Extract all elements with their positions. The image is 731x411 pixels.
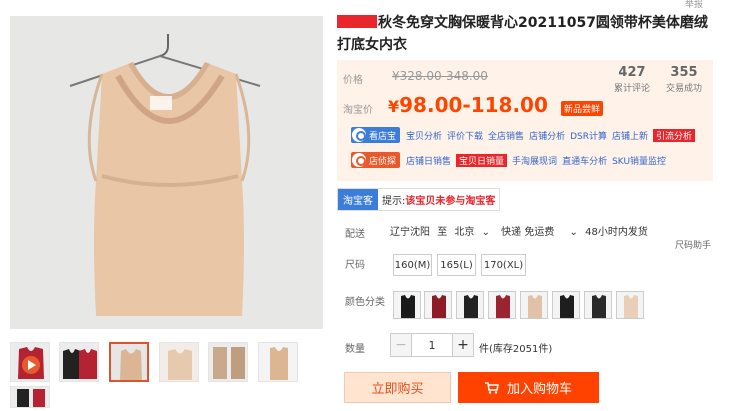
- ship-to-select[interactable]: 北京 ⌄: [454, 227, 494, 238]
- quantity-plus-button[interactable]: +: [452, 333, 474, 357]
- tool-link-highlight[interactable]: 宝贝日销量: [456, 153, 508, 167]
- quantity-label: 数量: [345, 344, 365, 355]
- color-swatch[interactable]: [584, 291, 612, 319]
- chevron-down-icon: ⌄: [481, 227, 490, 238]
- thumbnail-image[interactable]: [59, 342, 99, 382]
- thumbnail-image[interactable]: [159, 342, 199, 382]
- ship-promise: 48小时内发货: [585, 227, 648, 238]
- eye-icon: [352, 128, 366, 142]
- thumbnail-image-selected[interactable]: [109, 342, 149, 382]
- tool-link[interactable]: DSR计算: [570, 129, 607, 142]
- current-price-value: 98.00-118.00: [399, 93, 548, 117]
- current-price: ¥98.00-118.00: [388, 93, 548, 117]
- kandianbao-label: 看店宝: [369, 131, 397, 142]
- tip-prefix: 提示:: [382, 196, 406, 207]
- dianzhentan-label: 店侦探: [369, 156, 397, 167]
- size-option[interactable]: 160(M): [393, 254, 432, 276]
- taobao-price-label: 淘宝价: [343, 105, 373, 116]
- ship-to-word: 至: [437, 227, 448, 238]
- kandianbao-badge[interactable]: 看店宝: [351, 127, 401, 143]
- original-price: ¥328.00-348.00: [392, 69, 488, 83]
- buy-now-button[interactable]: 立即购买: [344, 372, 451, 403]
- reviews-label: 累计评论: [613, 84, 650, 94]
- thumbnail-image[interactable]: [208, 342, 248, 382]
- deals-stat[interactable]: 355 交易成功: [659, 65, 709, 94]
- new-item-badge: 新品尝鲜: [561, 101, 604, 116]
- deals-count: 355: [670, 65, 698, 80]
- tool-link[interactable]: 手淘展现词: [512, 154, 557, 167]
- color-swatch[interactable]: [616, 291, 644, 319]
- color-swatch[interactable]: [520, 291, 548, 319]
- tool-link[interactable]: 店铺日销售: [406, 154, 451, 167]
- dianzhentan-tool-row: 店侦探 店铺日销售 宝贝日销量 手淘展现词 直通车分析 SKU销量监控: [351, 152, 671, 168]
- delivery-info: 辽宁沈阳 至 北京 ⌄ 快递 免运费 ⌄ 48小时内发货: [390, 223, 652, 238]
- product-title: 秋冬免穿文胸保暖背心20211057圆领带杯美体磨绒打底女内衣: [337, 12, 717, 56]
- report-link[interactable]: 举报: [685, 0, 703, 10]
- tool-link[interactable]: 评价下载: [447, 129, 483, 142]
- thumbnail-image[interactable]: [258, 342, 298, 382]
- quantity-stepper: − 1 +: [390, 333, 474, 357]
- chevron-down-icon: ⌄: [569, 227, 578, 238]
- delivery-label: 配送: [345, 229, 365, 240]
- currency-symbol: ¥: [388, 97, 400, 116]
- ship-to-value: 北京: [454, 227, 475, 238]
- add-to-cart-label: 加入购物车: [506, 382, 572, 397]
- stock-info: 件(库存2051件): [479, 344, 553, 355]
- shopping-cart-icon: [484, 381, 499, 394]
- main-product-image[interactable]: [10, 16, 323, 329]
- product-title-text: 秋冬免穿文胸保暖背心20211057圆领带杯美体磨绒打底女内衣: [337, 15, 708, 53]
- reviews-count: 427: [618, 65, 646, 80]
- color-swatch[interactable]: [424, 291, 452, 319]
- color-swatch[interactable]: [488, 291, 516, 319]
- tip-text: 该宝贝未参与淘宝客: [405, 196, 496, 207]
- tool-link-highlight[interactable]: 引流分析: [653, 128, 696, 142]
- size-option[interactable]: 170(XL): [481, 254, 526, 276]
- reviews-stat[interactable]: 427 累计评论: [607, 65, 657, 94]
- tool-link[interactable]: 宝贝分析: [406, 129, 442, 142]
- tool-link[interactable]: 全店销售: [488, 129, 524, 142]
- size-label: 尺码: [345, 260, 365, 271]
- quantity-input[interactable]: 1: [412, 333, 452, 357]
- product-page: 举报 秋冬免穿文胸保暖背心20211057圆领带杯美体磨绒打底女内衣 价格 ¥3…: [0, 0, 731, 411]
- kandianbao-tool-row: 看店宝 宝贝分析 评价下载 全店销售 店铺分析 DSR计算 店铺上新 引流分析: [351, 127, 700, 143]
- detective-icon: [352, 153, 366, 167]
- thumbnail-video[interactable]: [10, 342, 50, 382]
- add-to-cart-button[interactable]: 加入购物车: [458, 372, 599, 403]
- quantity-minus-button[interactable]: −: [390, 333, 412, 357]
- ship-speed: 快递 免运费: [501, 227, 555, 238]
- thumbnail-image[interactable]: [10, 386, 50, 408]
- redacted-brand-mark: [337, 15, 377, 28]
- price-panel: 价格 ¥328.00-348.00 427 累计评论 355 交易成功 淘宝价 …: [337, 60, 713, 181]
- tool-link[interactable]: 店铺分析: [529, 129, 565, 142]
- dianzhentan-badge[interactable]: 店侦探: [351, 152, 401, 168]
- color-label: 颜色分类: [345, 297, 385, 308]
- deals-label: 交易成功: [665, 84, 702, 94]
- color-swatch[interactable]: [393, 291, 421, 319]
- size-option[interactable]: 165(L): [437, 254, 476, 276]
- tool-link[interactable]: 直通车分析: [562, 154, 607, 167]
- color-swatch[interactable]: [456, 291, 484, 319]
- size-helper-link[interactable]: 尺码助手: [675, 238, 711, 251]
- taobaoke-tip: 提示: 该宝贝未参与淘宝客: [378, 189, 499, 210]
- tool-link[interactable]: SKU销量监控: [612, 154, 666, 167]
- taobaoke-notice: 淘宝客 提示: 该宝贝未参与淘宝客: [337, 188, 501, 211]
- ship-from: 辽宁沈阳: [390, 227, 430, 238]
- color-swatch[interactable]: [552, 291, 580, 319]
- tool-link[interactable]: 店铺上新: [612, 129, 648, 142]
- taobaoke-tag[interactable]: 淘宝客: [338, 189, 378, 210]
- price-label: 价格: [343, 75, 363, 86]
